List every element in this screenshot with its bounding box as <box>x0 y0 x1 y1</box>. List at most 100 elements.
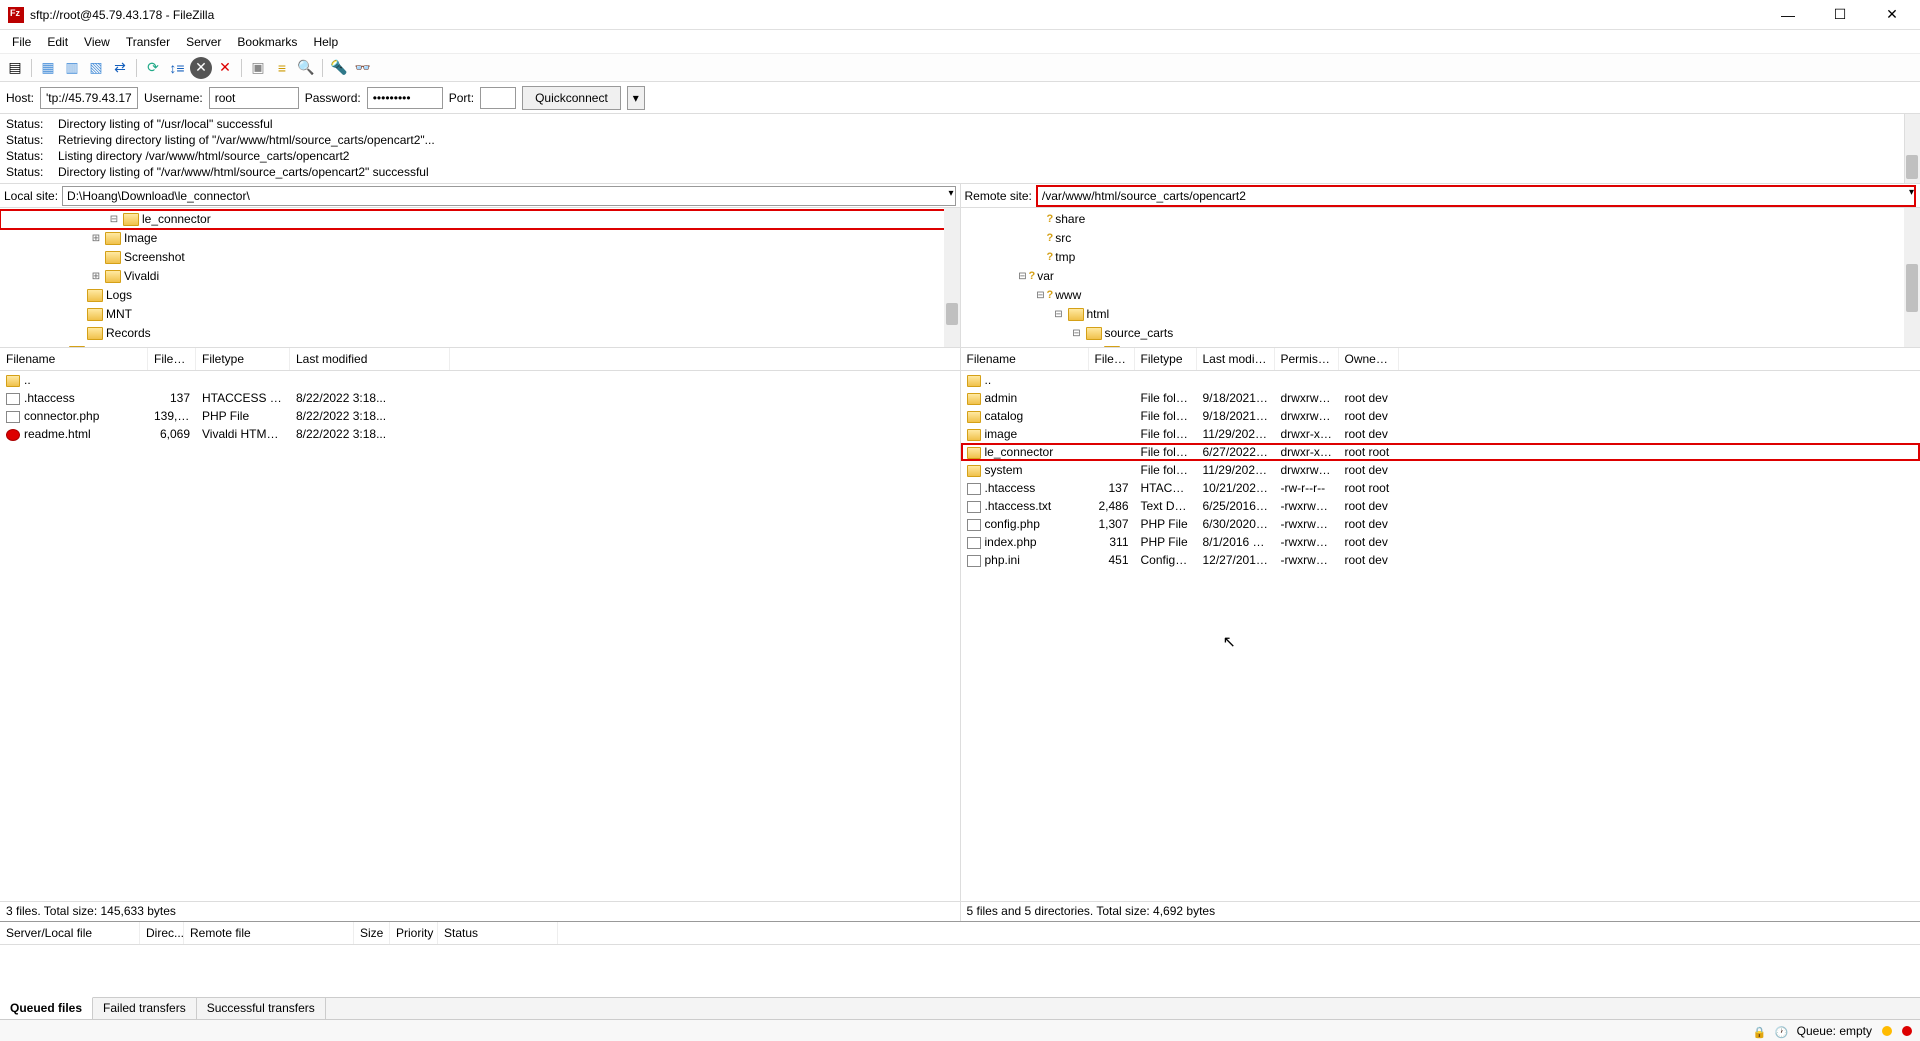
compare-icon[interactable]: 🔍 <box>295 57 317 79</box>
col-modified[interactable]: Last modifi... <box>1197 348 1275 370</box>
cancel-icon[interactable]: ✕ <box>190 57 212 79</box>
file-row[interactable]: imageFile folder11/29/2021...drwxr-xr-xr… <box>961 425 1920 443</box>
tree-expander[interactable]: ⊟ <box>1017 268 1029 285</box>
tree-scrollbar[interactable] <box>1904 208 1920 347</box>
col-filename[interactable]: Filename <box>961 348 1089 370</box>
quickconnect-button[interactable]: Quickconnect <box>522 86 621 110</box>
site-manager-icon[interactable]: ▤ <box>4 57 26 79</box>
file-row[interactable]: le_connectorFile folder6/27/2022 ...drwx… <box>961 443 1920 461</box>
tree-item[interactable]: ?share <box>961 210 1920 229</box>
close-button[interactable]: ✕ <box>1872 3 1912 27</box>
chevron-down-icon[interactable]: ▾ <box>1909 187 1914 198</box>
tree-item[interactable]: Logs <box>0 286 960 305</box>
maximize-button[interactable]: ☐ <box>1820 3 1860 27</box>
clock-icon[interactable] <box>1775 1025 1787 1037</box>
tree-item[interactable]: ?tmp <box>961 248 1920 267</box>
tree-item[interactable]: ⊞Vivaldi <box>0 267 960 286</box>
local-path-input[interactable] <box>62 186 955 206</box>
remote-tree[interactable]: ?share?src?tmp⊟?var⊟?www⊟html⊟source_car… <box>961 208 1920 348</box>
tree-item[interactable]: ⊟le_connector <box>0 210 960 229</box>
file-row[interactable]: .htaccess.txt2,486Text Doc...6/25/2016 .… <box>961 497 1920 515</box>
qcol-size[interactable]: Size <box>354 922 390 944</box>
tab-successful[interactable]: Successful transfers <box>197 998 326 1019</box>
file-row[interactable]: catalogFile folder9/18/2021 ...drwxrwx..… <box>961 407 1920 425</box>
tree-item[interactable]: Screenshot <box>0 248 960 267</box>
log-scrollbar[interactable] <box>1904 114 1920 183</box>
tree-expander[interactable]: ⊟ <box>108 211 120 228</box>
filter-icon[interactable]: ≡ <box>271 57 293 79</box>
host-input[interactable] <box>40 87 138 109</box>
tree-expander[interactable]: ⊟ <box>1053 306 1065 323</box>
file-row[interactable]: index.php311PHP File8/1/2016 2:...-rwxrw… <box>961 533 1920 551</box>
qcol-server[interactable]: Server/Local file <box>0 922 140 944</box>
file-icon <box>967 537 981 549</box>
col-filename[interactable]: Filename <box>0 348 148 370</box>
refresh-icon[interactable]: ⟳ <box>142 57 164 79</box>
file-row[interactable]: .. <box>961 371 1920 389</box>
col-modified[interactable]: Last modified <box>290 348 450 370</box>
file-row[interactable]: adminFile folder9/18/2021 ...drwxrwx...r… <box>961 389 1920 407</box>
col-filesize[interactable]: Filesize <box>1089 348 1135 370</box>
search-icon[interactable]: 🔦 <box>328 57 350 79</box>
tree-expander[interactable]: ⊞ <box>90 268 102 285</box>
port-input[interactable] <box>480 87 516 109</box>
col-filetype[interactable]: Filetype <box>196 348 290 370</box>
tree-scrollbar[interactable] <box>944 208 960 347</box>
username-input[interactable] <box>209 87 299 109</box>
tree-item[interactable]: ⊟?var <box>961 267 1920 286</box>
tree-expander[interactable]: ⊟ <box>1035 287 1047 304</box>
tree-item[interactable]: Records <box>0 324 960 343</box>
col-owner[interactable]: Owner/Gr... <box>1339 348 1399 370</box>
lock-icon[interactable] <box>1753 1025 1765 1037</box>
toggle-log-icon[interactable]: ▦ <box>37 57 59 79</box>
sync-browse-icon[interactable]: ⇄ <box>109 57 131 79</box>
file-row[interactable]: systemFile folder11/29/2021...drwxrwx...… <box>961 461 1920 479</box>
file-row[interactable]: .. <box>0 371 960 389</box>
local-tree[interactable]: ⊟le_connector⊞ImageScreenshot⊞VivaldiLog… <box>0 208 960 348</box>
tab-queued[interactable]: Queued files <box>0 997 93 1019</box>
binoculars-icon[interactable]: 👓 <box>352 57 374 79</box>
process-queue-icon[interactable]: ↕≡ <box>166 57 188 79</box>
tree-item[interactable]: MNT <box>0 305 960 324</box>
qcol-status[interactable]: Status <box>438 922 558 944</box>
qcol-direction[interactable]: Direc... <box>140 922 184 944</box>
remote-filelist[interactable]: ..adminFile folder9/18/2021 ...drwxrwx..… <box>961 371 1920 901</box>
file-row[interactable]: config.php1,307PHP File6/30/2020 ...-rwx… <box>961 515 1920 533</box>
tree-item[interactable]: ?src <box>961 229 1920 248</box>
toggle-tree-icon[interactable]: ▥ <box>61 57 83 79</box>
file-row[interactable]: .htaccess137HTACCE...10/21/2021...-rw-r-… <box>961 479 1920 497</box>
tree-expander[interactable]: ⊞ <box>90 230 102 247</box>
menu-edit[interactable]: Edit <box>39 33 76 51</box>
minimize-button[interactable]: — <box>1768 3 1808 27</box>
tree-item[interactable]: ⊞Image <box>0 229 960 248</box>
local-filelist[interactable]: ...htaccess137HTACCESS File8/22/2022 3:1… <box>0 371 960 901</box>
toggle-queue-icon[interactable]: ▧ <box>85 57 107 79</box>
col-permissions[interactable]: Permissi... <box>1275 348 1339 370</box>
menu-transfer[interactable]: Transfer <box>118 33 178 51</box>
menu-server[interactable]: Server <box>178 33 229 51</box>
menu-view[interactable]: View <box>76 33 118 51</box>
menu-bookmarks[interactable]: Bookmarks <box>229 33 305 51</box>
file-row[interactable]: readme.html6,069Vivaldi HTML ...8/22/202… <box>0 425 960 443</box>
tab-failed[interactable]: Failed transfers <box>93 998 197 1019</box>
tree-item[interactable]: ⊟?www <box>961 286 1920 305</box>
password-input[interactable] <box>367 87 443 109</box>
file-row[interactable]: connector.php139,427PHP File8/22/2022 3:… <box>0 407 960 425</box>
tree-item[interactable]: ⊟source_carts <box>961 324 1920 343</box>
qcol-remote[interactable]: Remote file <box>184 922 354 944</box>
menu-help[interactable]: Help <box>305 33 346 51</box>
tree-expander[interactable]: ⊟ <box>1071 325 1083 342</box>
col-filetype[interactable]: Filetype <box>1135 348 1197 370</box>
quickconnect-dropdown[interactable]: ▾ <box>627 86 645 110</box>
tree-item[interactable]: ⊟html <box>961 305 1920 324</box>
reconnect-icon[interactable]: ▣ <box>247 57 269 79</box>
chevron-down-icon[interactable]: ▾ <box>948 188 953 199</box>
col-filesize[interactable]: Filesize <box>148 348 196 370</box>
disconnect-icon[interactable]: ✕ <box>214 57 236 79</box>
menu-file[interactable]: File <box>4 33 39 51</box>
queue-body[interactable] <box>0 945 1920 997</box>
remote-path-input[interactable] <box>1036 185 1916 207</box>
file-row[interactable]: php.ini451Configur...12/27/2015...-rwxrw… <box>961 551 1920 569</box>
file-row[interactable]: .htaccess137HTACCESS File8/22/2022 3:18.… <box>0 389 960 407</box>
qcol-priority[interactable]: Priority <box>390 922 438 944</box>
